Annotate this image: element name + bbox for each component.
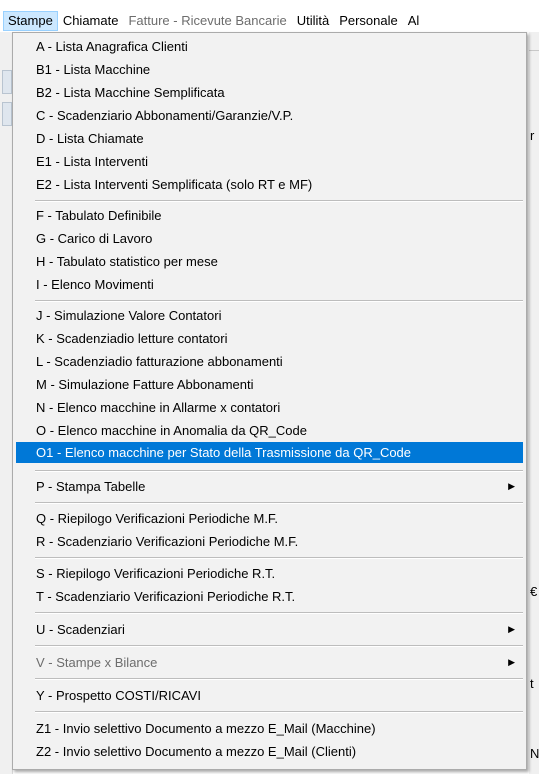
menu-item-lista-macchine[interactable]: B1 - Lista Macchine [16,59,523,80]
menubar: Stampe Chiamate Fatture - Ricevute Banca… [0,10,539,32]
background-window-right-edge: r € t N [529,32,539,774]
menu-item-lista-interventi[interactable]: E1 - Lista Interventi [16,151,523,172]
menubar-item-stampe[interactable]: Stampe [3,11,58,31]
menu-item-scadenziario-verificazioni-mf[interactable]: R - Scadenziario Verificazioni Periodich… [16,531,523,552]
background-toolbar-strip [2,70,12,94]
chevron-right-icon: ▶ [508,624,515,634]
menu-separator [35,300,523,302]
menu-item-tabulato-statistico[interactable]: H - Tabulato statistico per mese [16,251,523,272]
menubar-item-fatture[interactable]: Fatture - Ricevute Bancarie [123,11,291,31]
menu-item-lista-macchine-semplificata[interactable]: B2 - Lista Macchine Semplificata [16,82,523,103]
menu-item-simulazione-fatture[interactable]: M - Simulazione Fatture Abbonamenti [16,374,523,395]
menubar-item-al[interactable]: Al [403,11,425,31]
menu-item-lista-interventi-semplificata[interactable]: E2 - Lista Interventi Semplificata (solo… [16,174,523,195]
chevron-right-icon: ▶ [508,481,515,491]
background-text-fragment: N [530,746,539,761]
menu-item-scadenziario-abbonamenti[interactable]: C - Scadenziario Abbonamenti/Garanzie/V.… [16,105,523,126]
menu-item-macchine-anomalia-qr[interactable]: O - Elenco macchine in Anomalia da QR_Co… [16,420,523,441]
menu-item-lista-anagrafica-clienti[interactable]: A - Lista Anagrafica Clienti [16,36,523,57]
menu-separator [35,557,523,559]
stampe-dropdown-menu: A - Lista Anagrafica Clienti B1 - Lista … [12,32,527,770]
menu-item-riepilogo-verificazioni-mf[interactable]: Q - Riepilogo Verificazioni Periodiche M… [16,508,523,529]
background-text-fragment: r [530,128,535,143]
menu-item-riepilogo-verificazioni-rt[interactable]: S - Riepilogo Verificazioni Periodiche R… [16,563,523,584]
menu-separator [35,502,523,504]
menu-separator [35,200,523,202]
menubar-item-utilita[interactable]: Utilità [292,11,335,31]
menu-item-prospetto-costi-ricavi[interactable]: Y - Prospetto COSTI/RICAVI [16,685,523,706]
menu-item-invio-email-clienti[interactable]: Z2 - Invio selettivo Documento a mezzo E… [16,741,523,762]
menu-item-tabulato-definibile[interactable]: F - Tabulato Definibile [16,205,523,226]
background-text-fragment: t [530,676,534,691]
menubar-item-chiamate[interactable]: Chiamate [58,11,124,31]
menu-separator [35,470,523,472]
chevron-right-icon: ▶ [508,657,515,667]
background-text-fragment: € [530,584,538,599]
menu-item-macchine-stato-trasmissione[interactable]: O1 - Elenco macchine per Stato della Tra… [16,442,523,463]
menu-item-invio-email-macchine[interactable]: Z1 - Invio selettivo Documento a mezzo E… [16,718,523,739]
menu-separator [35,612,523,614]
menu-item-lista-chiamate[interactable]: D - Lista Chiamate [16,128,523,149]
menu-item-stampa-tabelle[interactable]: P - Stampa Tabelle ▶ [16,476,523,497]
menu-item-stampe-bilance[interactable]: V - Stampe x Bilance ▶ [16,652,523,673]
menubar-item-personale[interactable]: Personale [334,11,403,31]
menu-item-macchine-allarme[interactable]: N - Elenco macchine in Allarme x contato… [16,397,523,418]
background-toolbar-strip [2,102,12,126]
background-divider [529,50,539,51]
menu-separator [35,645,523,647]
menu-item-scadenziario-verificazioni-rt[interactable]: T - Scadenziario Verificazioni Periodich… [16,586,523,607]
menu-item-scadenziadio-fatturazione[interactable]: L - Scadenziadio fatturazione abbonament… [16,351,523,372]
menu-separator [35,678,523,680]
menu-item-scadenziadio-letture[interactable]: K - Scadenziadio letture contatori [16,328,523,349]
menu-item-carico-di-lavoro[interactable]: G - Carico di Lavoro [16,228,523,249]
menu-item-elenco-movimenti[interactable]: I - Elenco Movimenti [16,274,523,295]
menu-item-scadenziari[interactable]: U - Scadenziari ▶ [16,619,523,640]
menu-item-simulazione-valore-contatori[interactable]: J - Simulazione Valore Contatori [16,305,523,326]
menu-separator [35,711,523,713]
